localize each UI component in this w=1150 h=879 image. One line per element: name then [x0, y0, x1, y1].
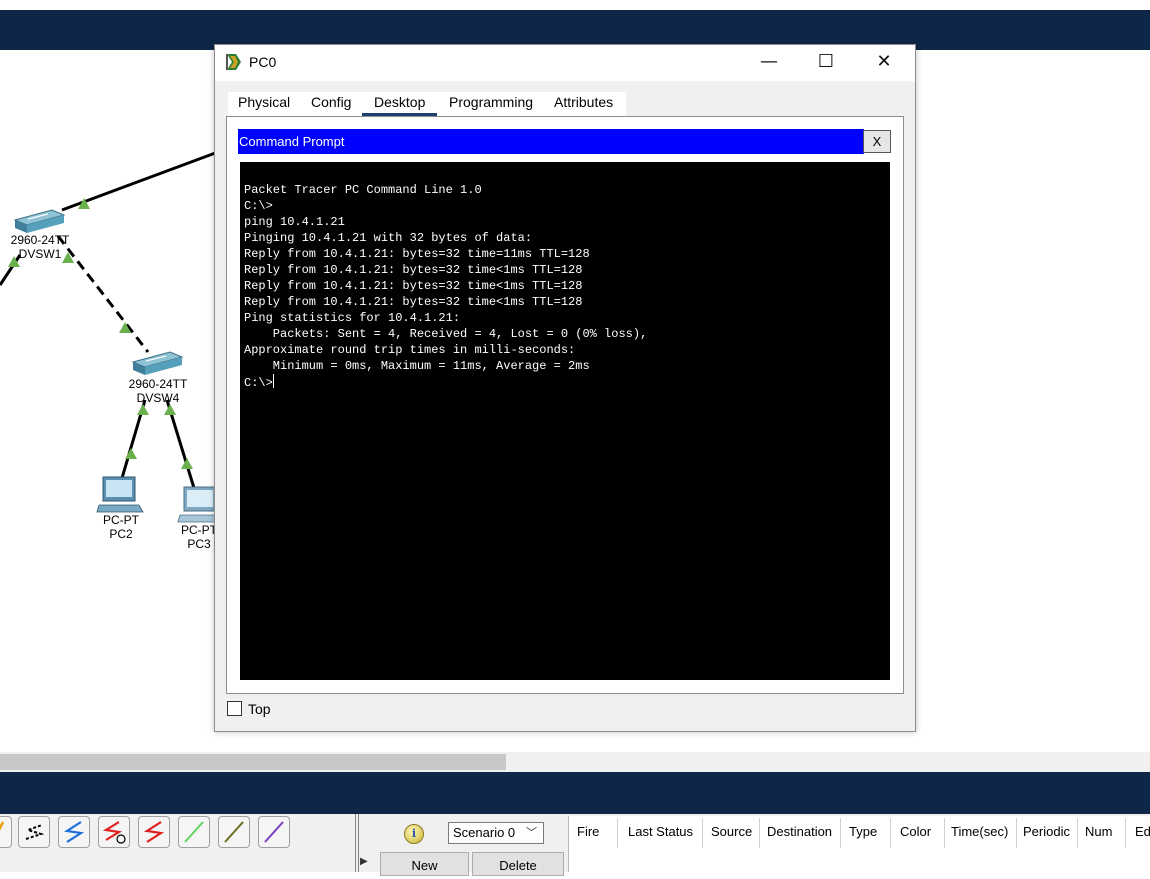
terminal-line: ping 10.4.1.21	[244, 215, 345, 229]
new-scenario-button[interactable]: New	[380, 852, 469, 876]
device-label-pc2: PC-PT PC2	[91, 513, 151, 541]
tab-attributes[interactable]: Attributes	[554, 94, 613, 110]
column-header[interactable]: Ed	[1135, 824, 1150, 839]
tab-programming[interactable]: Programming	[449, 94, 533, 110]
info-icon[interactable]: i	[404, 824, 424, 844]
scenario-value: Scenario 0	[453, 825, 516, 840]
device-name: PC2	[109, 527, 133, 541]
scrollbar-thumb[interactable]	[0, 754, 506, 770]
text-cursor	[272, 374, 274, 388]
chevron-down-icon: ﹀	[526, 827, 537, 839]
terminal-prompt-line[interactable]: C:\>	[244, 374, 886, 391]
connection-coaxial-button[interactable]	[258, 816, 290, 848]
link-up-indicator	[164, 404, 176, 415]
straight-cable-icon	[63, 821, 85, 843]
terminal-line: Approximate round trip times in milli-se…	[244, 343, 576, 357]
device-model: 2960-24TT	[10, 233, 70, 247]
device-model: PC-PT	[103, 513, 139, 527]
tab-desktop[interactable]: Desktop	[374, 94, 425, 110]
maximize-button[interactable]: ☐	[797, 45, 855, 79]
terminal-line: Ping statistics for 10.4.1.21:	[244, 311, 461, 325]
column-header[interactable]: Destination	[767, 824, 832, 839]
column-header[interactable]: Type	[849, 824, 877, 839]
packet-tracer-icon	[226, 54, 241, 70]
column-header[interactable]: Color	[900, 824, 931, 839]
device-name: DVSW4	[136, 391, 180, 405]
pc-icon	[96, 476, 144, 513]
top-checkbox[interactable]	[227, 701, 242, 716]
pc-icon	[177, 486, 217, 523]
device-label-dvsw4: 2960-24TT DVSW4	[118, 377, 198, 405]
terminal-line: Minimum = 0ms, Maximum = 11ms, Average =…	[244, 359, 590, 373]
column-header[interactable]: Periodic	[1023, 824, 1070, 839]
terminal-line: Packet Tracer PC Command Line 1.0	[244, 183, 482, 197]
device-model: 2960-24TT	[128, 377, 188, 391]
top-strip	[0, 0, 1150, 10]
phone-cable-icon	[224, 821, 244, 843]
lightning-icon	[0, 821, 5, 831]
terminal-prompt: C:\>	[244, 376, 273, 390]
tab-config[interactable]: Config	[311, 94, 351, 110]
connection-console-button[interactable]	[18, 816, 50, 848]
minimize-button[interactable]: —	[740, 45, 798, 79]
connection-serial-dce-button[interactable]	[98, 816, 130, 848]
terminal-line: Reply from 10.4.1.21: bytes=32 time<1ms …	[244, 295, 583, 309]
close-button[interactable]: ✕	[855, 45, 913, 79]
column-header[interactable]: Time(sec)	[951, 824, 1008, 839]
window-title: PC0	[249, 54, 277, 70]
command-prompt-titlebar: Command Prompt	[238, 129, 864, 154]
switch-icon	[131, 351, 184, 375]
connection-phone-button[interactable]	[218, 816, 250, 848]
scenario-select[interactable]: Scenario 0 ﹀	[448, 822, 544, 844]
connection-fiber-button[interactable]	[178, 816, 210, 848]
tab-physical[interactable]: Physical	[238, 94, 290, 110]
terminal-line: Reply from 10.4.1.21: bytes=32 time<1ms …	[244, 263, 583, 277]
bottom-navy-bar	[0, 772, 1150, 814]
expand-arrow-icon[interactable]: ▶	[360, 856, 372, 870]
terminal-line: Packets: Sent = 4, Received = 4, Lost = …	[244, 327, 648, 341]
link-up-indicator	[181, 458, 193, 469]
connection-straight-button[interactable]	[58, 816, 90, 848]
delete-scenario-button[interactable]: Delete	[472, 852, 564, 876]
coaxial-cable-icon	[264, 821, 284, 843]
terminal-line: C:\>	[244, 199, 273, 213]
serial-dte-icon	[143, 821, 165, 843]
console-cable-icon	[24, 824, 45, 840]
column-header[interactable]: Source	[711, 824, 752, 839]
connection-serial-dte-button[interactable]	[138, 816, 170, 848]
terminal-line: Pinging 10.4.1.21 with 32 bytes of data:	[244, 231, 533, 245]
connection-auto-button[interactable]	[0, 816, 12, 848]
column-header[interactable]: Num	[1085, 824, 1112, 839]
column-header[interactable]: Last Status	[628, 824, 693, 839]
serial-dce-icon	[102, 821, 126, 844]
link-up-indicator	[137, 404, 149, 415]
terminal-line: Reply from 10.4.1.21: bytes=32 time=11ms…	[244, 247, 590, 261]
link-up-indicator	[125, 448, 137, 459]
fiber-cable-icon	[184, 821, 204, 843]
terminal-line: Reply from 10.4.1.21: bytes=32 time<1ms …	[244, 279, 583, 293]
device-name: DVSW1	[18, 247, 62, 261]
command-prompt-close-button[interactable]: X	[863, 130, 891, 153]
device-label-dvsw1: 2960-24TT DVSW1	[0, 233, 80, 261]
top-checkbox-label[interactable]: Top	[248, 701, 271, 717]
switch-icon	[13, 209, 66, 233]
terminal-output[interactable]: Packet Tracer PC Command Line 1.0 C:\> pin…	[240, 162, 890, 680]
panel-splitter[interactable]	[355, 814, 359, 872]
column-header[interactable]: Fire	[577, 824, 599, 839]
